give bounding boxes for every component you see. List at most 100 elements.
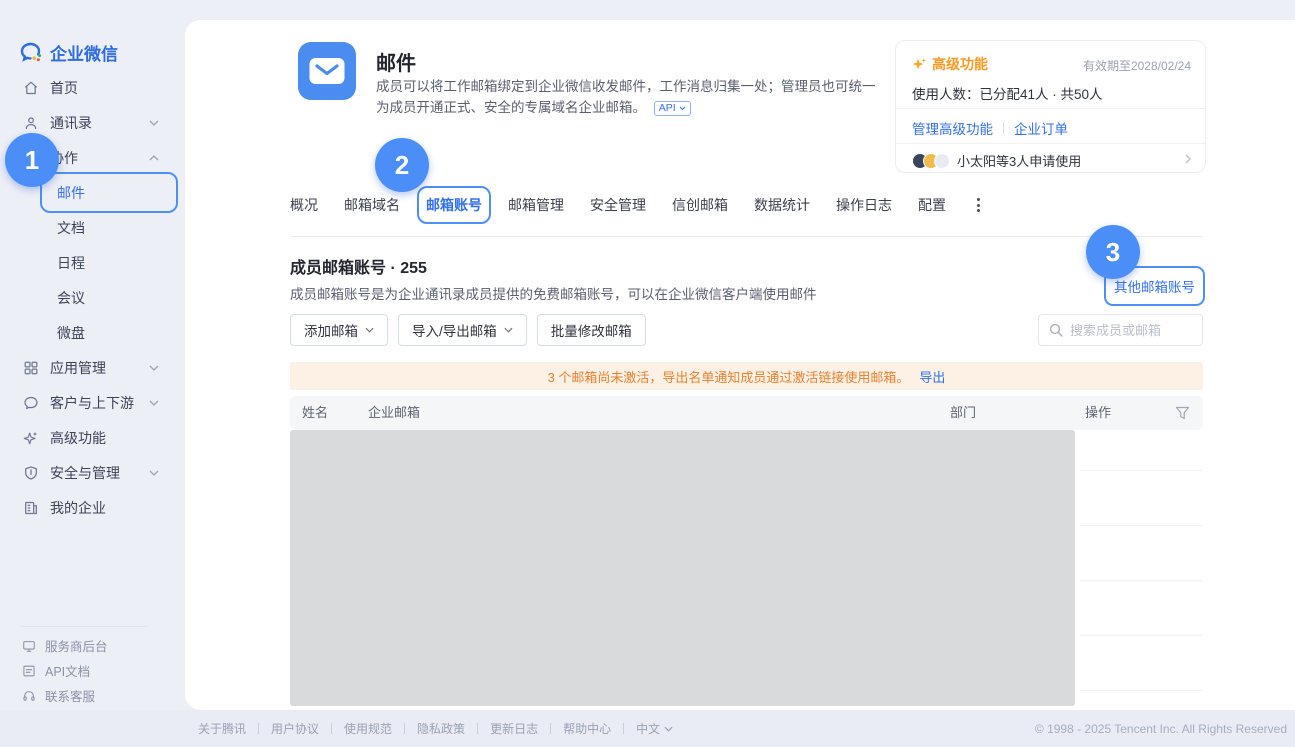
export-link[interactable]: 导出 [919, 367, 945, 386]
sidebar-item-home[interactable]: 首页 [0, 70, 185, 105]
sidebar-item-customers[interactable]: 客户与上下游 [0, 385, 185, 420]
chevron-down-icon [149, 120, 159, 126]
toolbar: 添加邮箱 导入/导出邮箱 批量修改邮箱 [290, 314, 646, 346]
sidebar-item-label: 服务商后台 [45, 636, 108, 655]
tab-security-manage[interactable]: 安全管理 [590, 195, 646, 215]
import-export-button[interactable]: 导入/导出邮箱 [398, 314, 527, 346]
search-box [1038, 314, 1203, 346]
annotation-marker-2: 2 [375, 138, 429, 192]
column-department: 部门 [950, 396, 976, 430]
sidebar-item-provider-console[interactable]: 服务商后台 [0, 633, 185, 658]
sidebar-item-label: 联系客服 [45, 686, 95, 705]
footer-separator [550, 723, 551, 734]
footer-separator [623, 723, 624, 734]
monitor-icon [22, 639, 36, 653]
footer-link-changelog[interactable]: 更新日志 [490, 720, 538, 737]
sidebar-item-premium-features[interactable]: 高级功能 [0, 420, 185, 455]
api-badge-label: API [659, 98, 676, 119]
shield-icon [22, 464, 39, 481]
page-description-text: 成员可以将工作邮箱绑定到企业微信收发邮件，工作消息归集一处；管理员也可统一为成员… [376, 79, 876, 115]
sidebar-item-app-manage[interactable]: 应用管理 [0, 350, 185, 385]
tab-overview[interactable]: 概况 [290, 195, 318, 215]
wecom-logo[interactable]: 企业微信 [20, 40, 118, 65]
chevron-right-icon [1185, 154, 1191, 164]
premium-feature-title: 高级功能 [912, 54, 988, 74]
sidebar-item-drive[interactable]: 微盘 [0, 315, 185, 350]
sidebar-item-my-company[interactable]: 我的企业 [0, 490, 185, 525]
sidebar-item-label: 高级功能 [50, 428, 106, 448]
manage-premium-link[interactable]: 管理高级功能 [912, 118, 993, 138]
footer-link-about-tencent[interactable]: 关于腾讯 [198, 720, 246, 737]
tab-config[interactable]: 配置 [918, 195, 946, 215]
sidebar-divider [20, 626, 148, 627]
sidebar-item-label: 首页 [50, 78, 78, 98]
copyright-text: © 1998 - 2025 Tencent Inc. All Rights Re… [1035, 722, 1287, 736]
tab-xinchuang-mail[interactable]: 信创邮箱 [672, 195, 728, 215]
tab-mail-manage[interactable]: 邮箱管理 [508, 195, 564, 215]
sidebar-item-docs[interactable]: 文档 [0, 210, 185, 245]
activation-notice-text: 3 个邮箱尚未激活，导出名单通知成员通过激活链接使用邮箱。 [548, 367, 910, 386]
sidebar-item-security-manage[interactable]: 安全与管理 [0, 455, 185, 490]
tabs-divider [290, 236, 1203, 237]
footer-link-privacy-policy[interactable]: 隐私政策 [417, 720, 465, 737]
redacted-table-content [290, 430, 1075, 706]
premium-feature-card: 高级功能 有效期至2028/02/24 使用人数：已分配41人 · 共50人 管… [895, 40, 1206, 173]
api-badge[interactable]: API [654, 101, 691, 116]
tab-data-stats[interactable]: 数据统计 [754, 195, 810, 215]
promo-divider [896, 143, 1205, 144]
document-icon [22, 664, 36, 678]
footer-link-help-center[interactable]: 帮助中心 [563, 720, 611, 737]
promo-divider [896, 108, 1205, 109]
chevron-down-icon [679, 106, 686, 111]
section-description: 成员邮箱账号是为企业通讯录成员提供的免费邮箱账号，可以在企业微信客户端使用邮件 [290, 283, 817, 303]
premium-feature-label: 高级功能 [932, 54, 988, 74]
wecom-logo-text: 企业微信 [50, 40, 118, 65]
table-header: 姓名 企业邮箱 部门 操作 [290, 396, 1203, 430]
sidebar-item-label: 日程 [57, 253, 85, 273]
batch-edit-label: 批量修改邮箱 [551, 320, 632, 340]
mail-app-icon [298, 42, 356, 100]
column-name: 姓名 [302, 396, 328, 430]
main-content: 邮件 成员可以将工作邮箱绑定到企业微信收发邮件，工作消息归集一处；管理员也可统一… [185, 20, 1295, 710]
add-mailbox-label: 添加邮箱 [304, 320, 358, 340]
sidebar-item-label: 客户与上下游 [50, 393, 134, 413]
filter-funnel-icon[interactable] [1175, 406, 1190, 420]
usage-request-row[interactable]: 小太阳等3人申请使用 [912, 151, 1081, 170]
sidebar-item-label: 微盘 [57, 323, 85, 343]
chevron-down-icon [149, 400, 159, 406]
sparkle-icon [22, 429, 39, 446]
other-mail-accounts-label: 其他邮箱账号 [1114, 276, 1195, 296]
column-company-email: 企业邮箱 [368, 396, 420, 430]
tab-mail-domain[interactable]: 邮箱域名 [344, 195, 400, 215]
contacts-icon [22, 114, 39, 131]
footer-link-user-agreement[interactable]: 用户协议 [271, 720, 319, 737]
tabs-more-icon[interactable] [972, 195, 985, 215]
wecom-admin-page: 企业微信 首页 通讯录 协作 邮件 文档 日程 会议 微盘 [0, 0, 1295, 747]
add-mailbox-button[interactable]: 添加邮箱 [290, 314, 388, 346]
search-input[interactable] [1070, 323, 1192, 338]
batch-edit-button[interactable]: 批量修改邮箱 [537, 314, 646, 346]
tab-operation-log[interactable]: 操作日志 [836, 195, 892, 215]
link-separator [1003, 122, 1004, 134]
chevron-down-icon [365, 327, 374, 333]
footer-link-usage-rules[interactable]: 使用规范 [344, 720, 392, 737]
section-title: 成员邮箱账号 · 255 [290, 254, 427, 278]
validity-date: 有效期至2028/02/24 [1083, 57, 1191, 74]
footer-separator [477, 723, 478, 734]
mail-tabs: 概况 邮箱域名 邮箱账号 邮箱管理 安全管理 信创邮箱 数据统计 操作日志 配置 [290, 190, 985, 220]
language-selector[interactable]: 中文 [636, 720, 673, 737]
table-row-divider [1080, 690, 1203, 691]
sidebar-item-contact-support[interactable]: 联系客服 [0, 683, 185, 708]
sidebar-item-api-docs[interactable]: API文档 [0, 658, 185, 683]
company-order-link[interactable]: 企业订单 [1014, 118, 1068, 138]
sidebar-item-label: 文档 [57, 218, 85, 238]
sidebar-item-meeting[interactable]: 会议 [0, 280, 185, 315]
chevron-up-icon [149, 155, 159, 161]
tab-mail-account[interactable]: 邮箱账号 [426, 195, 482, 215]
import-export-label: 导入/导出邮箱 [412, 320, 497, 340]
table-row-divider [1080, 580, 1203, 581]
activation-notice-bar: 3 个邮箱尚未激活，导出名单通知成员通过激活链接使用邮箱。 导出 [290, 362, 1203, 390]
usage-count: 使用人数：已分配41人 · 共50人 [912, 83, 1103, 103]
sidebar-item-schedule[interactable]: 日程 [0, 245, 185, 280]
page-description: 成员可以将工作邮箱绑定到企业微信收发邮件，工作消息归集一处；管理员也可统一为成员… [376, 76, 886, 118]
